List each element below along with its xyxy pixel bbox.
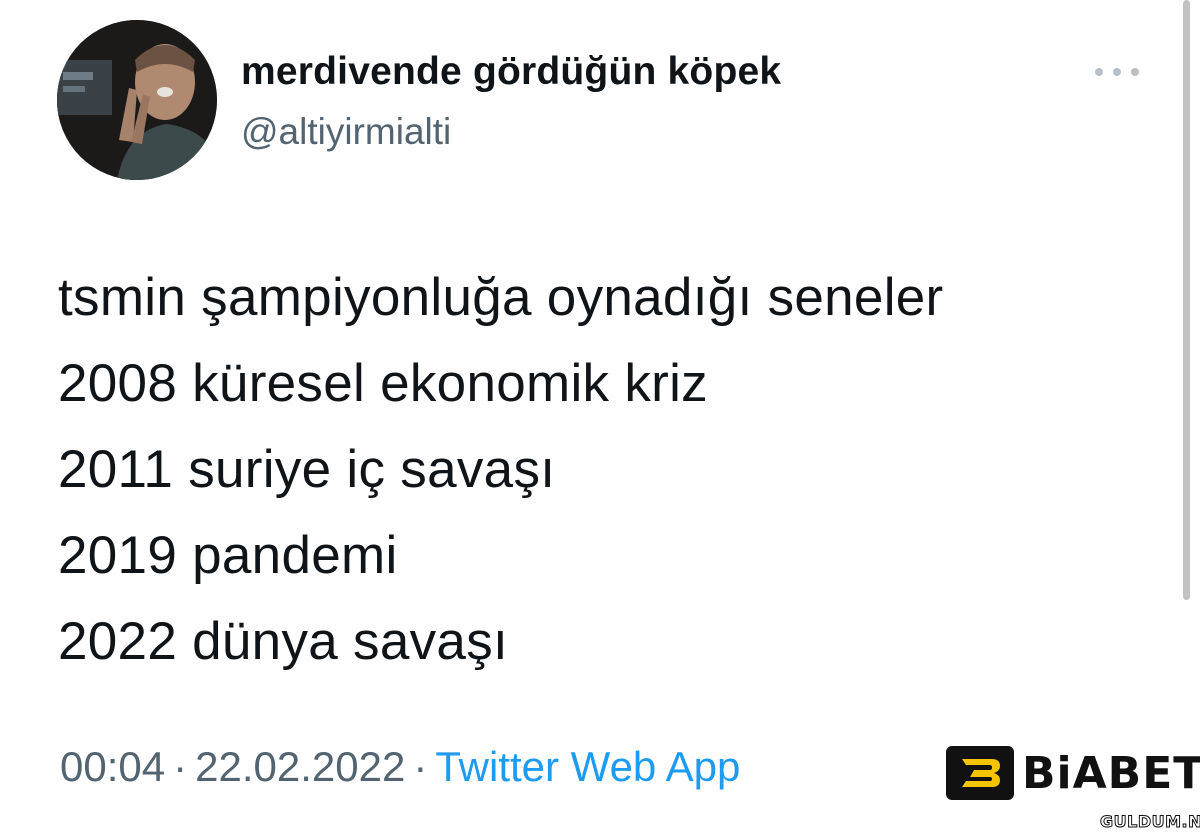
brand-mark-icon <box>946 746 1014 800</box>
more-dot <box>1131 68 1139 76</box>
scrollbar[interactable] <box>1183 0 1190 600</box>
tweet-source-link[interactable]: Twitter Web App <box>435 743 740 790</box>
tweet-date[interactable]: 22.02.2022 <box>195 743 405 790</box>
tweet-meta: 00:04 · 22.02.2022 · Twitter Web App <box>60 743 740 791</box>
avatar[interactable] <box>57 20 217 180</box>
tweet-line: 2019 pandemi <box>58 526 398 585</box>
tweet-line: 2011 suriye iç savaşı <box>58 440 556 499</box>
tweet-text: tsmin şampiyonluğa oynadığı seneler 2008… <box>58 255 944 685</box>
more-dot <box>1113 68 1121 76</box>
author-display-name[interactable]: merdivende gördüğün köpek <box>241 50 781 94</box>
tweet-line: 2022 dünya savaşı <box>58 612 509 671</box>
avatar-photo-icon <box>57 20 217 180</box>
meta-separator: · <box>413 743 428 790</box>
tweet-line: tsmin şampiyonluğa oynadığı seneler <box>58 268 944 327</box>
meta-separator: · <box>173 743 188 790</box>
author-handle[interactable]: @altiyirmialti <box>241 111 451 153</box>
tweet-time[interactable]: 00:04 <box>60 743 165 790</box>
brand-logo: BiABET <box>946 746 1200 800</box>
site-watermark: GULDUM.NET <box>1100 812 1200 832</box>
tweet-line: 2008 küresel ekonomik kriz <box>58 354 708 413</box>
brand-wordmark: BiABET <box>1022 747 1200 799</box>
more-dot <box>1095 68 1103 76</box>
more-horizontal-icon[interactable] <box>1095 62 1139 82</box>
